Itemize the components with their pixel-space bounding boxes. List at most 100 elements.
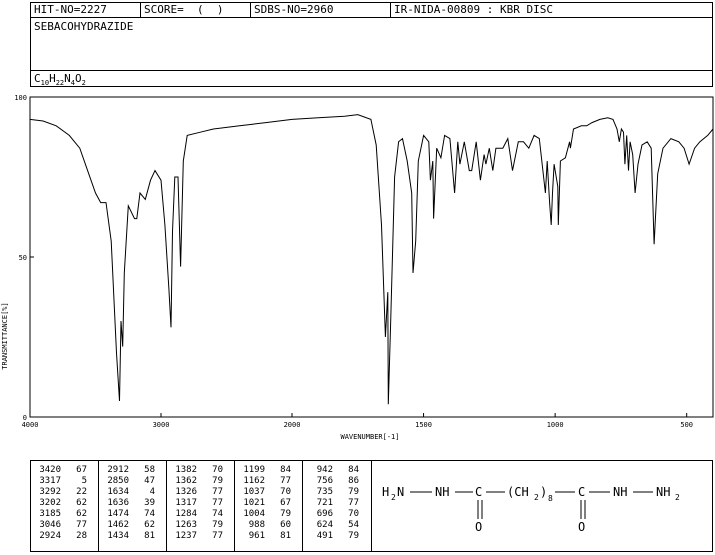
atom-label: H [382,485,389,499]
x-tick-label: 2000 [284,421,301,429]
peak-row: 1474 74 [99,509,166,520]
peak-transmittance: 5 [81,476,87,486]
peak-wavenumber: 1004 [243,509,265,519]
peak-wavenumber: 1434 [107,531,129,541]
peak-transmittance: 70 [348,509,359,519]
peak-transmittance: 47 [144,476,155,486]
peak-row: 1382 70 [167,465,234,476]
peak-transmittance: 70 [280,487,291,497]
peak-row: 1037 70 [235,487,302,498]
peak-transmittance: 79 [348,531,359,541]
atom-label: O [475,520,482,534]
peak-row: 491 79 [303,531,371,542]
peak-wavenumber: 696 [316,509,333,519]
atom-label: O [578,520,585,534]
peak-transmittance: 77 [212,498,223,508]
plot-frame [29,96,714,418]
peak-wavenumber: 3185 [39,509,61,519]
x-tick-label: 1000 [547,421,564,429]
structure-panel: H 2 N NH C O (CH 2 ) 8 C O NH NH 2 [372,460,713,552]
compound-name-box: SEBACOHYDRAZIDE [30,17,713,71]
peak-row: 3420 67 [31,465,98,476]
peak-wavenumber: 3292 [39,487,61,497]
peak-wavenumber: 988 [248,520,265,530]
score: SCORE= ( ) [141,3,251,17]
peak-row: 1162 77 [235,476,302,487]
peak-transmittance: 81 [144,531,155,541]
peak-row: 3317 5 [31,476,98,487]
atom-label: NH [613,485,627,499]
peak-column: 1382 70 1362 79 1326 77 1317 77 1284 74 1263 79 1237… [167,461,235,551]
peak-transmittance: 84 [348,465,359,475]
peak-wavenumber: 2924 [39,531,61,541]
atom-subscript: 2 [534,493,539,502]
peak-transmittance: 74 [212,509,223,519]
peak-row: 1199 84 [235,465,302,476]
peak-row: 756 86 [303,476,371,487]
formula-count: 22 [55,79,65,88]
peak-row: 942 84 [303,465,371,476]
peak-transmittance: 84 [280,465,291,475]
peak-transmittance: 77 [348,498,359,508]
peak-transmittance: 86 [348,476,359,486]
peak-table: 3420 67 3317 5 3292 22 3202 62 3185 62 3046 77 2924 2… [30,460,372,552]
peak-row: 1021 67 [235,498,302,509]
peak-transmittance: 58 [144,465,155,475]
peak-wavenumber: 2912 [107,465,129,475]
peak-row: 1462 62 [99,520,166,531]
peak-row: 1317 77 [167,498,234,509]
peak-wavenumber: 1037 [243,487,265,497]
peak-row: 3202 62 [31,498,98,509]
formula-count: 10 [40,79,50,88]
peak-transmittance: 62 [76,498,87,508]
peak-transmittance: 22 [76,487,87,497]
sdbs-number: SDBS-NO=2960 [251,3,391,17]
peak-wavenumber: 756 [316,476,333,486]
chain-count: 8 [548,494,553,503]
peak-wavenumber: 1636 [107,498,129,508]
peak-wavenumber: 721 [316,498,333,508]
peak-wavenumber: 1362 [175,476,197,486]
formula-element: H [49,72,56,85]
peak-row: 1636 39 [99,498,166,509]
peak-wavenumber: 1021 [243,498,265,508]
peak-column: 3420 67 3317 5 3292 22 3202 62 3185 62 3046 77 2924 2… [31,461,99,551]
peak-transmittance: 39 [144,498,155,508]
peak-transmittance: 4 [149,487,155,497]
peak-row: 696 70 [303,509,371,520]
formula-element: O [74,72,82,85]
peak-transmittance: 60 [280,520,291,530]
x-tick-label: 4000 [22,421,39,429]
peak-transmittance: 77 [280,476,291,486]
x-tick-label: 1500 [415,421,432,429]
peak-transmittance: 28 [76,531,87,541]
peak-wavenumber: 1237 [175,531,197,541]
peak-transmittance: 79 [348,487,359,497]
peak-row: 2912 58 [99,465,166,476]
peak-wavenumber: 1462 [107,520,129,530]
peak-transmittance: 79 [212,476,223,486]
ir-info: IR-NIDA-00809 : KBR DISC [394,3,553,16]
molecular-formula: C10H22N4O2 [30,70,713,87]
peak-row: 1434 81 [99,531,166,542]
peak-wavenumber: 3046 [39,520,61,530]
x-tick-label: 3000 [153,421,170,429]
peak-row: 1237 77 [167,531,234,542]
peak-wavenumber: 2850 [107,476,129,486]
atom-label: C [578,485,585,499]
hit-number: HIT-NO=2227 [31,3,141,17]
formula-count: 2 [81,79,86,88]
peak-wavenumber: 3202 [39,498,61,508]
peak-transmittance: 67 [280,498,291,508]
atom-subscript: 2 [675,493,680,502]
atom-label: NH [656,485,670,499]
y-axis-label: TRANSMITTANCE[%] [1,302,9,369]
atom-label: C [475,485,482,499]
spectrum-line [29,114,714,405]
peak-column: 1199 84 1162 77 1037 70 1021 67 1004 79 988 60 961 81 [235,461,303,551]
peak-row: 3292 22 [31,487,98,498]
peak-transmittance: 62 [144,520,155,530]
structure-diagram: H 2 N NH C O (CH 2 ) 8 C O NH NH 2 [382,485,680,534]
peak-row: 735 79 [303,487,371,498]
y-tick-label: 100 [14,94,27,102]
